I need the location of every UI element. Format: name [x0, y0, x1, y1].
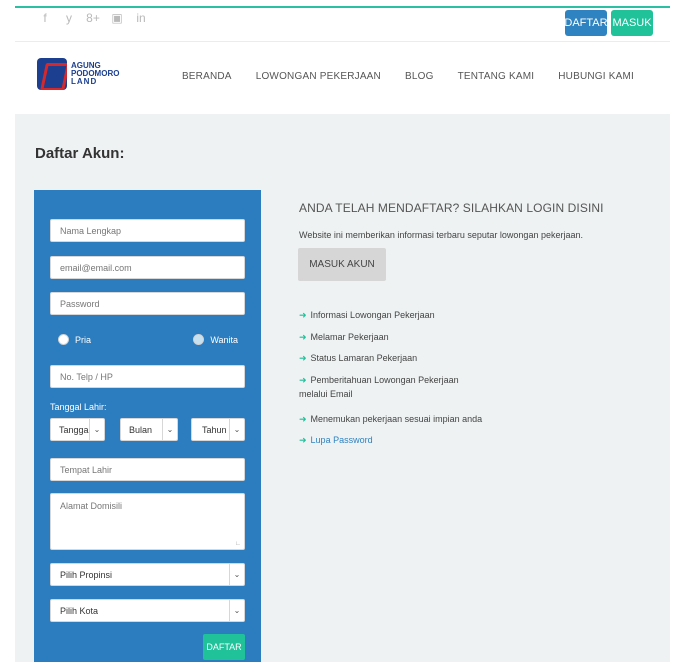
- arrow-right-icon: ➜: [299, 414, 307, 424]
- tahun-select-value: Tahun: [202, 424, 227, 435]
- tahun-select[interactable]: Tahun ⌄: [191, 418, 245, 441]
- masuk-akun-button[interactable]: MASUK AKUN: [298, 248, 386, 281]
- alamat-textarea[interactable]: Alamat Domisili ∟: [50, 493, 245, 550]
- feature-item: ➜ Menemukan pekerjaan sesuai impian anda: [299, 414, 483, 424]
- chevron-down-icon: ⌄: [229, 600, 244, 621]
- radio-pria[interactable]: Pria: [58, 334, 91, 345]
- radio-pria-label: Pria: [75, 334, 92, 345]
- logo-mark-icon: [37, 58, 67, 90]
- masuk-top-button[interactable]: MASUK: [611, 10, 653, 36]
- tanggal-lahir-label: Tanggal Lahir:: [50, 402, 107, 412]
- top-accent-line: [15, 6, 670, 8]
- logo-line3: LAND: [71, 77, 98, 86]
- logo-text: AGUNG PODOMORO LAND: [71, 62, 119, 86]
- nav-item-blog[interactable]: BLOG: [405, 71, 434, 82]
- feature-item: ➜ Status Lamaran Pekerjaan: [299, 353, 418, 363]
- phone-input[interactable]: No. Telp / HP: [50, 365, 245, 388]
- nav-item-lowongan[interactable]: LOWONGAN PEKERJAAN: [256, 71, 381, 82]
- nav-item-hubungi[interactable]: HUBUNGI KAMI: [558, 71, 634, 82]
- tempat-lahir-input[interactable]: Tempat Lahir: [50, 458, 245, 481]
- twitter-icon[interactable]: y: [62, 11, 76, 25]
- tanggal-select-value: Tangga: [59, 424, 89, 435]
- brand-logo[interactable]: AGUNG PODOMORO LAND: [37, 58, 119, 90]
- radio-wanita-label: Wanita: [210, 334, 238, 345]
- google-plus-icon[interactable]: 8+: [86, 11, 100, 25]
- login-heading: ANDA TELAH MENDAFTAR? SILAHKAN LOGIN DIS…: [299, 201, 604, 215]
- chevron-down-icon: ⌄: [229, 419, 244, 440]
- propinsi-select-value: Pilih Propinsi: [60, 569, 113, 580]
- linkedin-icon[interactable]: in: [134, 11, 148, 25]
- header-divider: [15, 41, 670, 42]
- page-title: Daftar Akun:: [35, 145, 125, 162]
- arrow-right-icon: ➜: [299, 435, 307, 445]
- facebook-icon[interactable]: f: [38, 11, 52, 25]
- radio-wanita-dot[interactable]: [193, 334, 205, 345]
- kota-select[interactable]: Pilih Kota ⌄: [50, 599, 245, 622]
- arrow-right-icon: ➜: [299, 375, 307, 385]
- feature-item: ➜ Melamar Pekerjaan: [299, 332, 389, 342]
- gender-radio-group: Pria Wanita: [58, 334, 238, 345]
- arrow-right-icon: ➜: [299, 353, 307, 363]
- chevron-down-icon: ⌄: [162, 419, 177, 440]
- nav-item-tentang[interactable]: TENTANG KAMI: [458, 71, 535, 82]
- bulan-select[interactable]: Bulan ⌄: [120, 418, 178, 441]
- youtube-icon[interactable]: ▣: [110, 11, 124, 25]
- chevron-down-icon: ⌄: [229, 564, 244, 585]
- arrow-right-icon: ➜: [299, 332, 307, 342]
- feature-item: ➜ Informasi Lowongan Pekerjaan: [299, 310, 435, 320]
- propinsi-select[interactable]: Pilih Propinsi ⌄: [50, 563, 245, 586]
- password-input[interactable]: Password: [50, 292, 245, 315]
- main-nav: BERANDA LOWONGAN PEKERJAAN BLOG TENTANG …: [158, 71, 634, 82]
- bulan-select-value: Bulan: [129, 424, 153, 435]
- daftar-top-button[interactable]: DAFTAR: [564, 10, 608, 36]
- radio-pria-dot[interactable]: [58, 334, 69, 345]
- radio-wanita[interactable]: Wanita: [193, 334, 238, 345]
- daftar-submit-button[interactable]: DAFTAR: [203, 634, 245, 660]
- alamat-placeholder: Alamat Domisili: [60, 501, 123, 511]
- email-input[interactable]: email@email.com: [50, 256, 245, 279]
- lupa-password-link[interactable]: ➜ Lupa Password: [299, 433, 373, 447]
- nama-input[interactable]: Nama Lengkap: [50, 219, 245, 242]
- social-links: f y 8+ ▣ in: [38, 11, 148, 25]
- kota-select-value: Pilih Kota: [60, 605, 99, 616]
- resize-handle-icon[interactable]: ∟: [235, 541, 241, 547]
- login-description: Website ini memberikan informasi terbaru…: [299, 230, 583, 240]
- nav-item-beranda[interactable]: BERANDA: [182, 71, 232, 82]
- arrow-right-icon: ➜: [299, 310, 307, 320]
- feature-item: ➜ Pemberitahuan Lowongan Pekerjaan melalu…: [299, 375, 459, 399]
- chevron-down-icon: ⌄: [89, 419, 104, 440]
- tanggal-select[interactable]: Tangga ⌄: [50, 418, 105, 441]
